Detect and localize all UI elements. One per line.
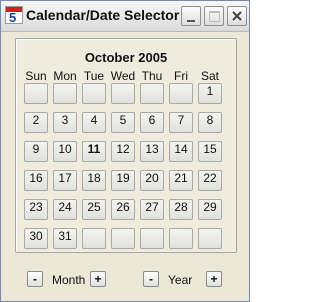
weekday-thu: Thu bbox=[141, 69, 163, 83]
close-button[interactable] bbox=[227, 6, 247, 26]
day-button[interactable]: 23 bbox=[24, 199, 48, 220]
day-button[interactable]: 31 bbox=[53, 228, 77, 249]
empty-day-cell bbox=[198, 228, 222, 249]
month-decrement-button[interactable]: - bbox=[27, 271, 43, 287]
empty-day-cell bbox=[140, 228, 164, 249]
day-button[interactable]: 14 bbox=[169, 141, 193, 162]
day-button[interactable]: 4 bbox=[82, 112, 106, 133]
calendar-window: 5 Calendar/Date Selector October 2005 Su… bbox=[0, 0, 250, 302]
weekday-sat: Sat bbox=[200, 69, 219, 83]
day-button[interactable]: 13 bbox=[140, 141, 164, 162]
day-button[interactable]: 10 bbox=[53, 141, 77, 162]
window-title: Calendar/Date Selector bbox=[26, 7, 180, 23]
empty-day-cell bbox=[82, 83, 106, 104]
year-decrement-button[interactable]: - bbox=[143, 271, 159, 287]
month-increment-button[interactable]: + bbox=[90, 271, 106, 287]
day-button[interactable]: 20 bbox=[140, 170, 164, 191]
empty-day-cell bbox=[111, 83, 135, 104]
day-button[interactable]: 22 bbox=[198, 170, 222, 191]
day-button[interactable]: 6 bbox=[140, 112, 164, 133]
day-button[interactable]: 9 bbox=[24, 141, 48, 162]
title-bar[interactable]: 5 Calendar/Date Selector bbox=[1, 1, 249, 32]
month-label: Month bbox=[52, 273, 86, 287]
empty-day-cell bbox=[53, 83, 77, 104]
close-icon bbox=[232, 11, 242, 21]
day-button[interactable]: 25 bbox=[82, 199, 106, 220]
day-button[interactable]: 24 bbox=[53, 199, 77, 220]
day-button[interactable]: 17 bbox=[53, 170, 77, 191]
weekday-wed: Wed bbox=[110, 69, 136, 83]
day-button[interactable]: 2 bbox=[24, 112, 48, 133]
day-button[interactable]: 18 bbox=[82, 170, 106, 191]
day-button[interactable]: 7 bbox=[169, 112, 193, 133]
empty-day-cell bbox=[169, 228, 193, 249]
day-button[interactable]: 5 bbox=[111, 112, 135, 133]
empty-day-cell bbox=[24, 83, 48, 104]
day-button[interactable]: 27 bbox=[140, 199, 164, 220]
day-button[interactable]: 12 bbox=[111, 141, 135, 162]
empty-day-cell bbox=[111, 228, 135, 249]
month-year-title: October 2005 bbox=[84, 50, 168, 65]
app-icon: 5 bbox=[5, 6, 23, 24]
day-button[interactable]: 15 bbox=[198, 141, 222, 162]
maximize-button bbox=[204, 6, 224, 26]
year-label: Year bbox=[168, 273, 193, 287]
weekday-sun: Sun bbox=[25, 69, 47, 83]
day-button[interactable]: 19 bbox=[111, 170, 135, 191]
day-button[interactable]: 8 bbox=[198, 112, 222, 133]
day-button[interactable]: 30 bbox=[24, 228, 48, 249]
day-button[interactable]: 11 bbox=[82, 141, 106, 162]
day-button[interactable]: 3 bbox=[53, 112, 77, 133]
empty-day-cell bbox=[169, 83, 193, 104]
day-button[interactable]: 29 bbox=[198, 199, 222, 220]
day-button[interactable]: 26 bbox=[111, 199, 135, 220]
weekday-mon: Mon bbox=[53, 69, 77, 83]
calendar-panel: October 2005 Sun Mon Tue Wed Thu Fri Sat… bbox=[15, 38, 237, 253]
day-button[interactable]: 28 bbox=[169, 199, 193, 220]
empty-day-cell bbox=[140, 83, 164, 104]
day-button[interactable]: 21 bbox=[169, 170, 193, 191]
day-button[interactable]: 16 bbox=[24, 170, 48, 191]
empty-day-cell bbox=[82, 228, 106, 249]
weekday-fri: Fri bbox=[174, 69, 188, 83]
year-increment-button[interactable]: + bbox=[206, 271, 222, 287]
weekday-tue: Tue bbox=[83, 69, 105, 83]
minimize-button[interactable] bbox=[181, 6, 201, 26]
day-button[interactable]: 1 bbox=[198, 83, 222, 104]
